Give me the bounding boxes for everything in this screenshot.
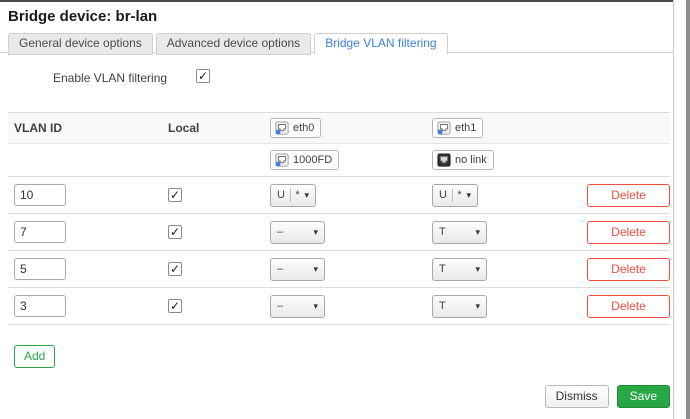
add-button[interactable]: Add: [14, 345, 56, 368]
port-badge-eth1: eth1: [432, 118, 484, 138]
tab-bar: General device options Advanced device o…: [8, 33, 448, 55]
port-name: eth1: [455, 122, 477, 134]
vlan-id-input[interactable]: [14, 221, 66, 243]
save-button[interactable]: Save: [616, 385, 670, 408]
check-icon: ✓: [169, 188, 181, 202]
eth0-tagging-dropdown[interactable]: – ▾: [270, 220, 325, 244]
vlan-id-input[interactable]: [14, 184, 66, 206]
local-checkbox[interactable]: ✓: [168, 299, 182, 313]
scrollbar[interactable]: [686, 0, 690, 419]
modal-footer: Dismiss Save: [544, 385, 670, 408]
table-row: ✓ – ▾ T ▾ Delete: [8, 251, 670, 288]
check-icon: ✓: [169, 225, 181, 239]
delete-button[interactable]: Delete: [587, 220, 670, 244]
chevron-down-icon: ▾: [475, 263, 480, 274]
table-header-row: VLAN ID Local eth0 eth1: [8, 112, 670, 144]
vlan-table: VLAN ID Local eth0 eth1 1000FD no link 1…: [8, 112, 670, 325]
vlan-id-input[interactable]: [14, 295, 66, 317]
delete-button[interactable]: Delete: [587, 257, 670, 281]
port-status-label: 1000FD: [293, 154, 333, 166]
chevron-down-icon: ▾: [475, 300, 480, 311]
check-icon: ✓: [169, 299, 181, 313]
port-status-row: 1000FD no link: [8, 144, 670, 177]
delete-button[interactable]: Delete: [587, 294, 670, 318]
port-status-1000fd: 1000FD: [270, 150, 340, 170]
column-header-vlan-id: VLAN ID: [14, 121, 62, 135]
bridge-device-modal: Bridge device: br-lan General device opt…: [0, 0, 690, 419]
tab-bridge-vlan-filtering[interactable]: Bridge VLAN filtering: [314, 33, 448, 55]
eth0-tagging-dropdown[interactable]: – ▾: [270, 257, 325, 281]
ethernet-port-up-icon: [437, 121, 451, 135]
local-checkbox[interactable]: ✓: [168, 225, 182, 239]
enable-vlan-filtering-checkbox[interactable]: ✓: [196, 69, 210, 83]
chevron-down-icon: ▾: [313, 263, 318, 274]
port-name: eth0: [293, 122, 315, 134]
enable-vlan-filtering-label: Enable VLAN filtering: [53, 71, 168, 85]
port-badge-eth0: eth0: [270, 118, 322, 138]
check-icon: ✓: [169, 262, 181, 276]
table-row: ✓ – ▾ T ▾ Delete: [8, 288, 670, 325]
chevron-down-icon: ▾: [475, 226, 480, 237]
column-header-local: Local: [168, 121, 200, 135]
port-status-no-link: no link: [432, 150, 494, 170]
eth0-tagging-dropdown[interactable]: U * ▾: [270, 183, 316, 207]
page-title: Bridge device: br-lan: [8, 8, 158, 25]
eth1-tagging-dropdown[interactable]: U * ▾: [432, 183, 478, 207]
chevron-down-icon: ▾: [313, 226, 318, 237]
table-row: ✓ U * ▾ U * ▾ Delete: [8, 177, 670, 214]
chevron-down-icon: ▾: [313, 300, 318, 311]
check-icon: ✓: [197, 69, 209, 83]
eth1-tagging-dropdown[interactable]: T ▾: [432, 294, 487, 318]
local-checkbox[interactable]: ✓: [168, 188, 182, 202]
local-checkbox[interactable]: ✓: [168, 262, 182, 276]
port-status-label: no link: [455, 154, 487, 166]
tab-general-device-options[interactable]: General device options: [8, 33, 153, 55]
vlan-id-input[interactable]: [14, 258, 66, 280]
link-speed-icon: [275, 153, 289, 167]
eth0-tagging-dropdown[interactable]: – ▾: [270, 294, 325, 318]
eth1-tagging-dropdown[interactable]: T ▾: [432, 220, 487, 244]
delete-button[interactable]: Delete: [587, 183, 670, 207]
ethernet-port-down-icon: [437, 153, 451, 167]
modal-right-border: [673, 0, 674, 419]
eth1-tagging-dropdown[interactable]: T ▾: [432, 257, 487, 281]
chevron-down-icon: ▾: [304, 189, 309, 200]
table-row: ✓ – ▾ T ▾ Delete: [8, 214, 670, 251]
ethernet-port-up-icon: [275, 121, 289, 135]
modal-top-border: [0, 0, 674, 2]
chevron-down-icon: ▾: [466, 189, 471, 200]
tab-advanced-device-options[interactable]: Advanced device options: [155, 33, 312, 55]
dismiss-button[interactable]: Dismiss: [544, 385, 609, 408]
